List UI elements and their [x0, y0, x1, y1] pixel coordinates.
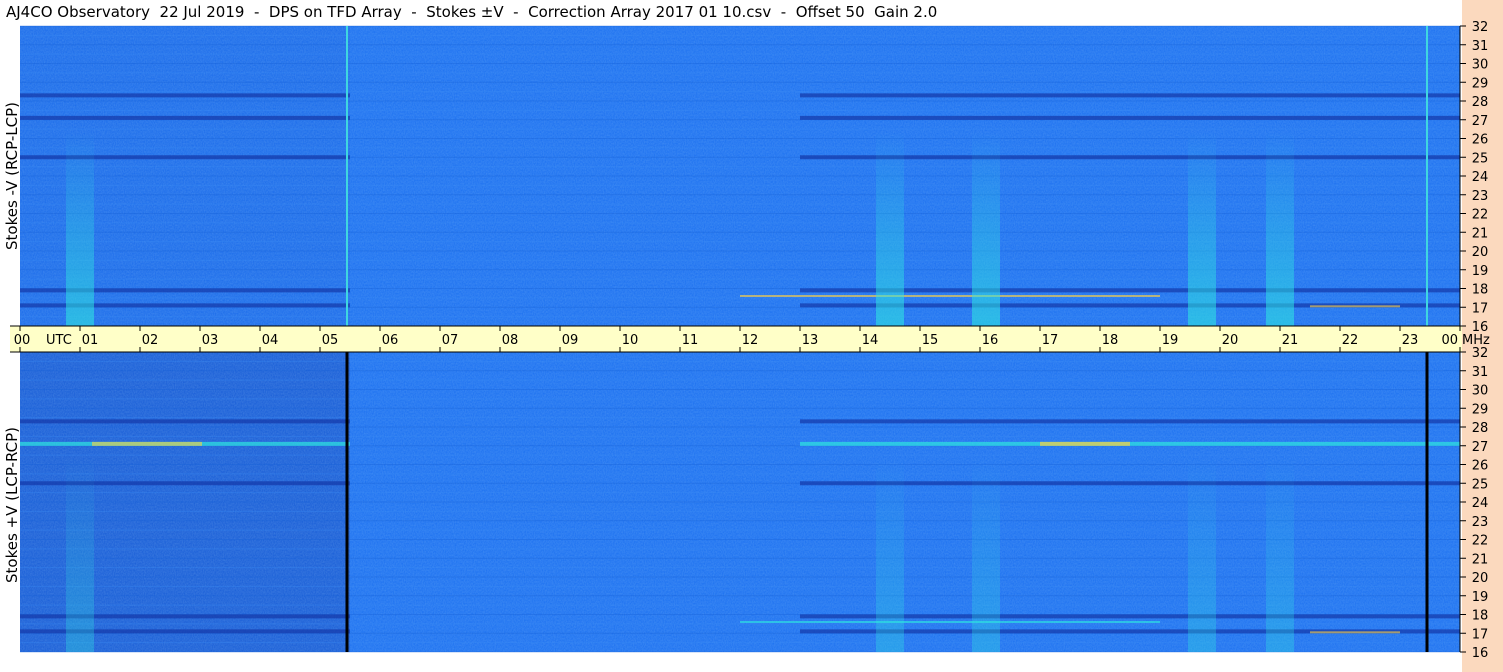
x-tick-label: 10 — [622, 333, 639, 348]
panel-0-ytick-label: 27 — [1472, 114, 1489, 129]
panel-0-ytick-label: 31 — [1472, 39, 1489, 54]
panel-1-ytick-label: 24 — [1472, 496, 1489, 511]
panel-0-ytick-label: 25 — [1472, 151, 1489, 166]
x-tick-label: 20 — [1222, 333, 1239, 348]
x-tick-label: 12 — [742, 333, 759, 348]
panel-0-plume — [66, 131, 94, 326]
x-tick-label: 14 — [862, 333, 879, 348]
spectrogram-chart: 32 31 30 29 28 27 26 25 24 23 22 21 20 19 18 17 16 32 31 30… — [10, 20, 1490, 661]
panel-0-ytick-label: 29 — [1472, 76, 1489, 91]
panel-0-ytick-label: 22 — [1472, 208, 1489, 223]
x-tick-label: 03 — [202, 333, 219, 348]
x-tick-label: 07 — [442, 333, 459, 348]
x-tick-label: 00 — [14, 333, 31, 348]
panel-0-ytick-label: 24 — [1472, 170, 1489, 185]
x-tick-label: 22 — [1342, 333, 1359, 348]
panel-1-ytick-label: 17 — [1472, 627, 1489, 642]
x-tick-label: 13 — [802, 333, 819, 348]
x-tick-label: 21 — [1282, 333, 1299, 348]
panel-0-line-17b — [1310, 305, 1400, 308]
panel-1-ytick-label: 19 — [1472, 590, 1489, 605]
panel-1-ytick-label: 31 — [1472, 365, 1489, 380]
panel-0-plume — [1188, 131, 1216, 326]
panel-1-ytick-label: 30 — [1472, 384, 1489, 399]
x-tick-label: 08 — [502, 333, 519, 348]
panel-1-ytick-label: 26 — [1472, 459, 1489, 474]
x-tick-label: 15 — [922, 333, 939, 348]
panel-0-ytick-label: 17 — [1472, 301, 1489, 316]
panel-1-rfi-left — [20, 419, 350, 424]
panel-0-ytick-label: 28 — [1472, 95, 1489, 110]
panel-0-plume — [876, 131, 904, 326]
x-tick-label: 16 — [982, 333, 999, 348]
panel-1-rfi-right — [800, 419, 1460, 424]
x-tick-label: 06 — [382, 333, 399, 348]
panel-1-ytick-label: 22 — [1472, 534, 1489, 549]
panel-1-line-17 — [740, 621, 1160, 623]
x-tick-label: 09 — [562, 333, 579, 348]
panel-1-plume — [1266, 457, 1294, 652]
x-tick-label: 18 — [1102, 333, 1119, 348]
panel-1-line-17b — [1310, 631, 1400, 634]
panel-1-ytick-label: 25 — [1472, 477, 1489, 492]
time-axis-strip — [10, 326, 1462, 352]
panel-1-plume — [876, 457, 904, 652]
panel-0-rfi-right — [800, 93, 1460, 98]
x-tick-label: 02 — [142, 333, 159, 348]
panel-1-plume — [66, 457, 94, 652]
panel-0-ytick-label: 30 — [1472, 58, 1489, 73]
panel-0-ytick-label: 20 — [1472, 245, 1489, 260]
x-tick-label: 17 — [1042, 333, 1059, 348]
panel-1-plume — [972, 457, 1000, 652]
panel-1-ytick-label: 27 — [1472, 440, 1489, 455]
panel-1-ytick-label: 20 — [1472, 571, 1489, 586]
panel-0-plume — [972, 131, 1000, 326]
x-tick-label: 00 — [1441, 333, 1458, 348]
panel-0-rfi-left — [20, 93, 350, 98]
panel-0-plume — [1266, 131, 1294, 326]
panel-0-ytick-label: 32 — [1472, 20, 1489, 35]
panel-0-rfi-right — [800, 115, 1460, 120]
x-axis-label: UTC — [46, 333, 72, 348]
x-tick-label: 01 — [82, 333, 99, 348]
panel-1-ytick-label: 16 — [1472, 646, 1489, 661]
panel-1-rfi-peak — [92, 441, 202, 446]
panel-1-ytick-label: 29 — [1472, 402, 1489, 417]
x-axis-unit-label: MHz — [1462, 333, 1490, 348]
x-tick-label: 23 — [1402, 333, 1419, 348]
panel-1-ytick-label: 23 — [1472, 515, 1489, 530]
x-tick-label: 05 — [322, 333, 339, 348]
panel-0-line-17 — [740, 295, 1160, 297]
panel-0-ytick-label: 21 — [1472, 226, 1489, 241]
panel-0-ytick-label: 26 — [1472, 133, 1489, 148]
x-tick-label: 11 — [682, 333, 699, 348]
panel-0-ytick-label: 19 — [1472, 264, 1489, 279]
panel-1-ytick-label: 32 — [1472, 346, 1489, 361]
x-tick-label: 04 — [262, 333, 279, 348]
panel-1-ytick-label: 21 — [1472, 552, 1489, 567]
panel-1-ytick-label: 18 — [1472, 609, 1489, 624]
x-tick-label: 19 — [1162, 333, 1179, 348]
panel-0-ytick-label: 23 — [1472, 189, 1489, 204]
panel-1-plume — [1188, 457, 1216, 652]
panel-0-rfi-left — [20, 115, 350, 120]
panel-1-rfi-peak — [1040, 441, 1130, 446]
panel-0-ytick-label: 18 — [1472, 283, 1489, 298]
panel-1-ytick-label: 28 — [1472, 421, 1489, 436]
